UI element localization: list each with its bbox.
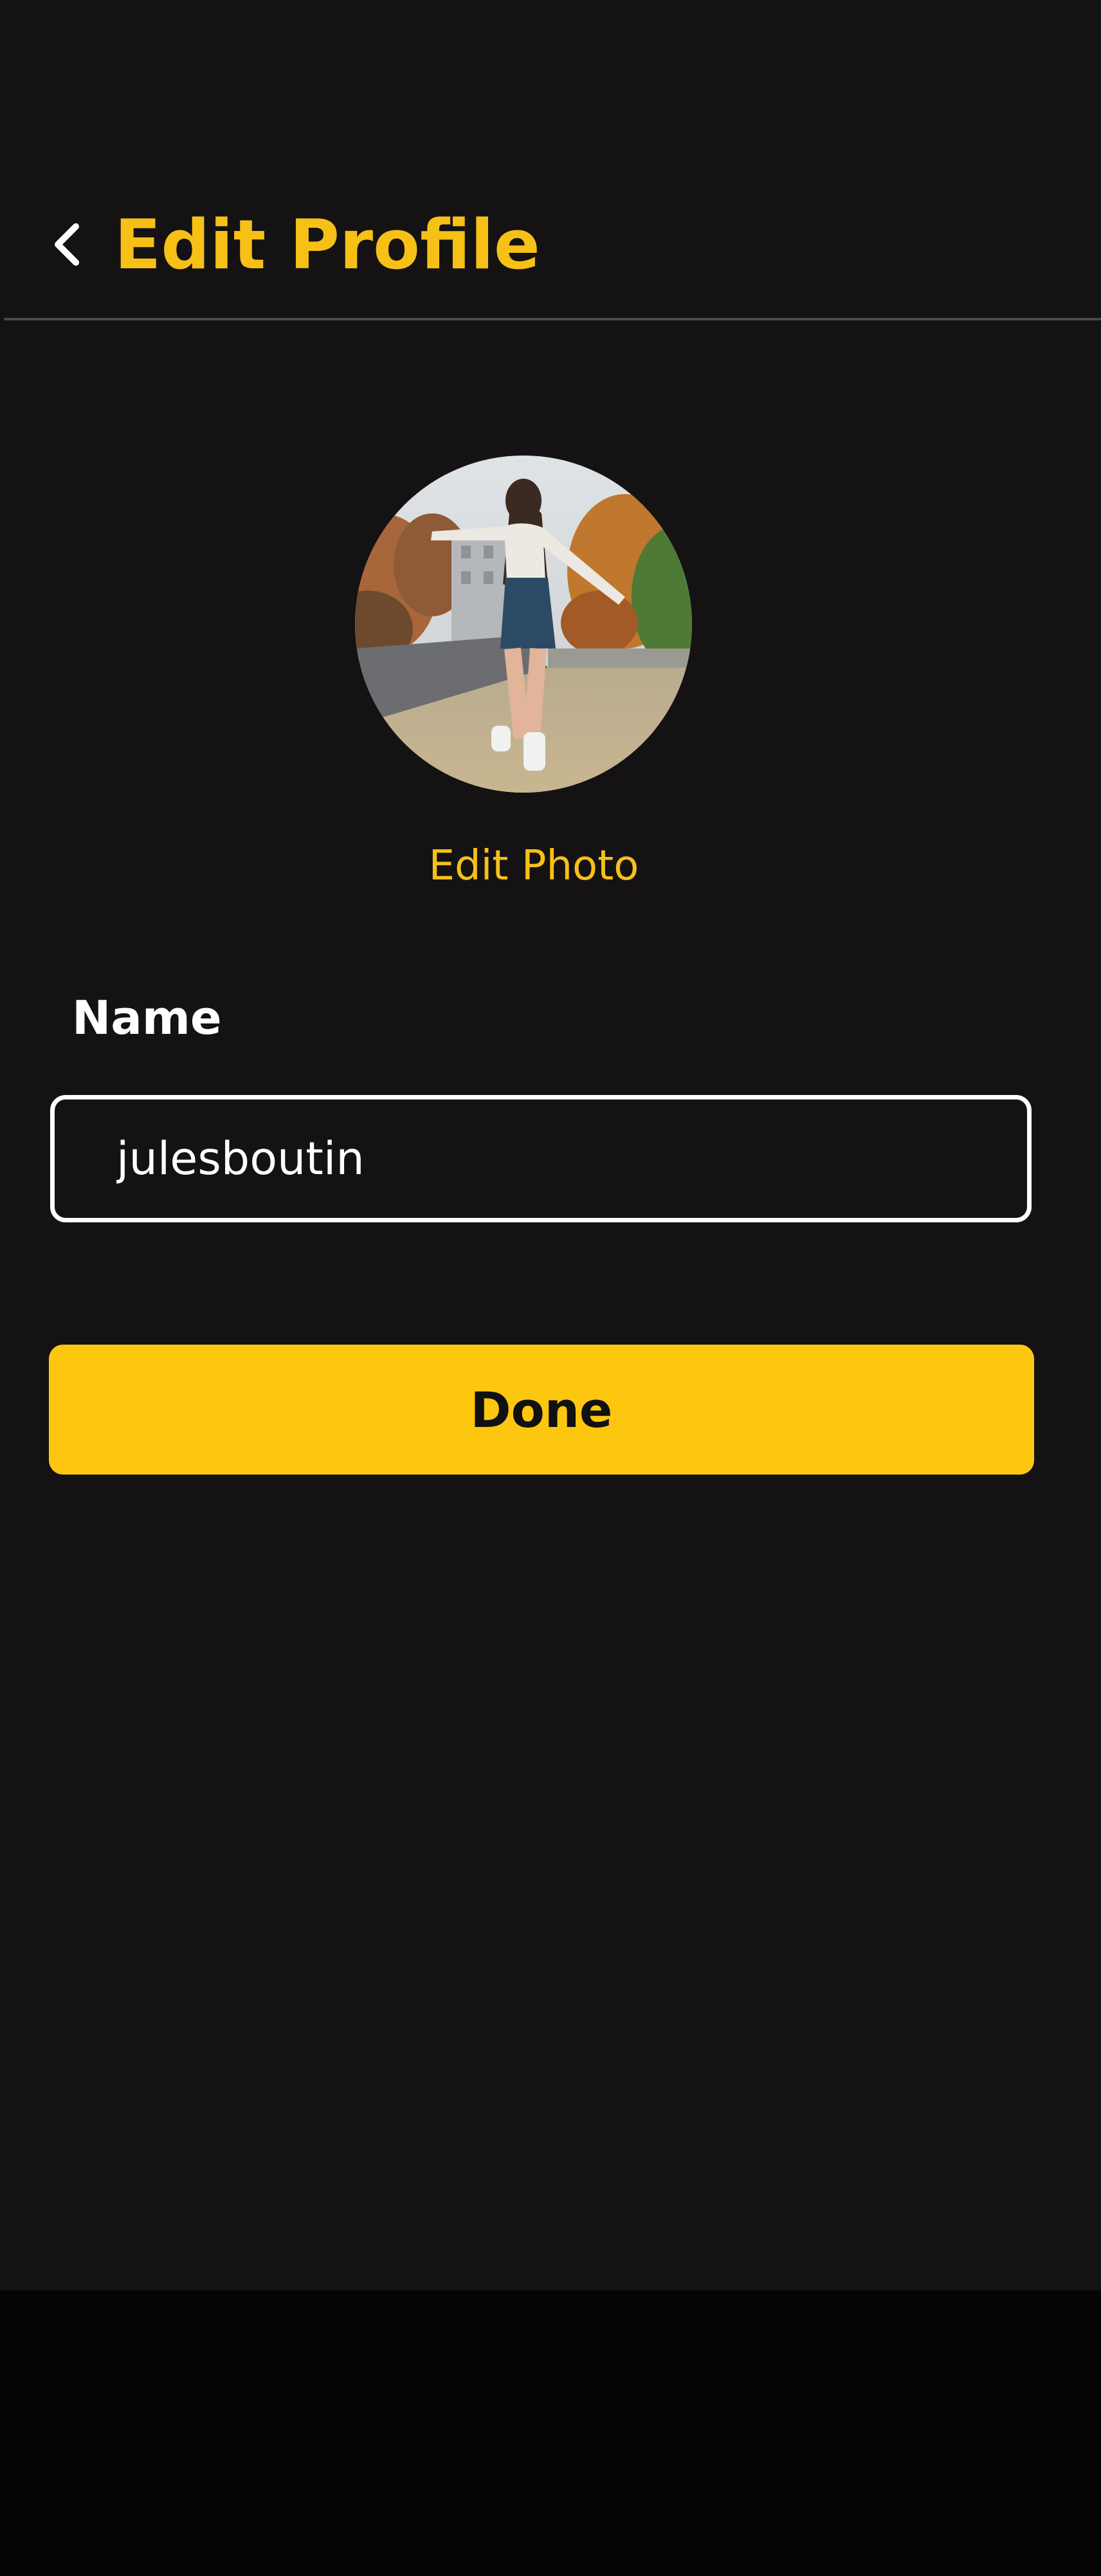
header-divider: [4, 318, 1101, 320]
avatar[interactable]: [355, 455, 692, 793]
edit-photo-link[interactable]: Edit Photo: [358, 834, 710, 898]
profile-photo: [355, 455, 692, 793]
page-title: Edit Profile: [114, 205, 540, 284]
bottom-bar: [0, 2290, 1101, 2576]
done-button[interactable]: Done: [49, 1345, 1034, 1475]
edit-profile-screen: Edit Profile Edit Photo Name julesboutin…: [0, 0, 1101, 2290]
chevron-left-icon: [55, 223, 79, 266]
back-button[interactable]: [40, 216, 96, 273]
name-label: Name: [72, 991, 222, 1045]
name-input[interactable]: [50, 1095, 1032, 1222]
